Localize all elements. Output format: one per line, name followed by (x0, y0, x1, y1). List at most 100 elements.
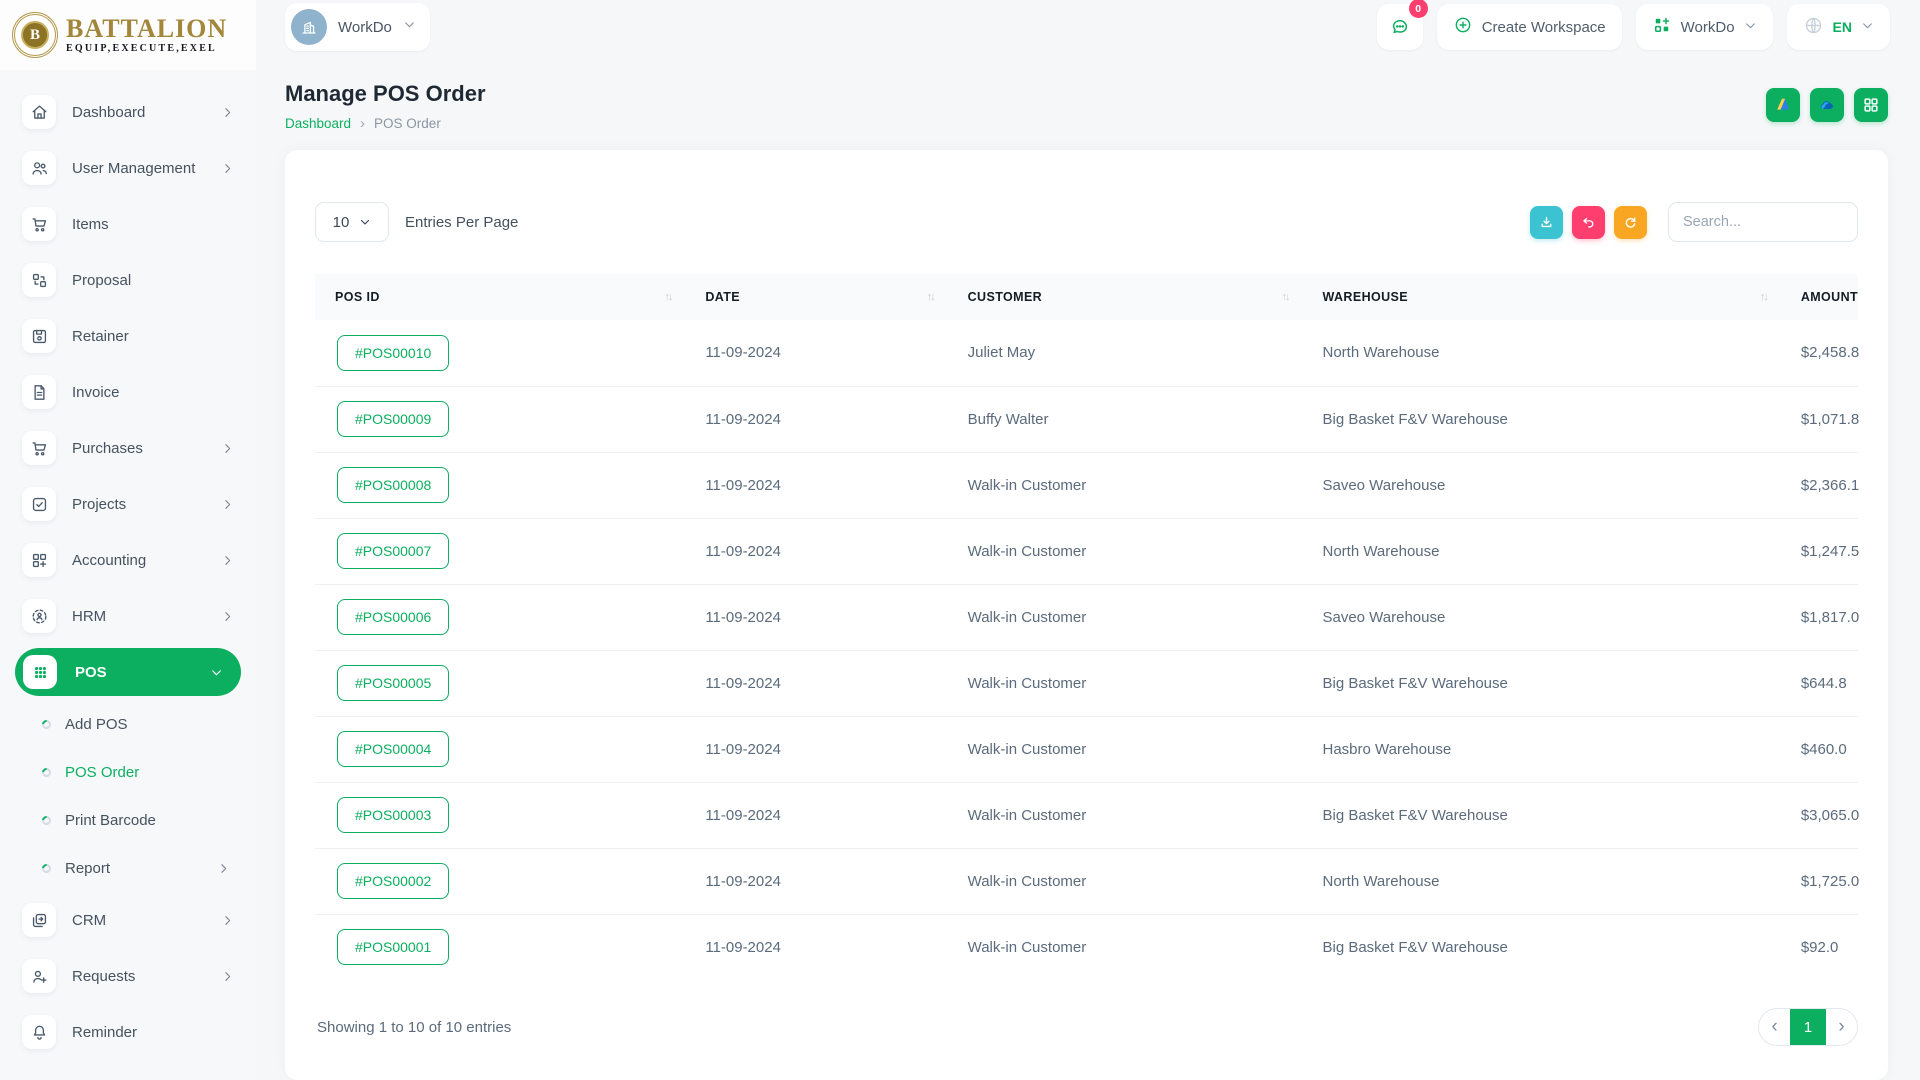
table-row: #POS00008 11-09-2024 Walk-in Customer Sa… (315, 452, 1858, 518)
pos-id-link[interactable]: #POS00001 (337, 929, 449, 965)
google-drive-button[interactable] (1766, 88, 1800, 122)
cell-customer: Walk-in Customer (948, 716, 1303, 782)
chevron-down-icon (1861, 19, 1874, 36)
entries-value: 10 (333, 214, 350, 231)
search-input[interactable] (1668, 202, 1858, 242)
column-header-date[interactable]: DATE↑↓ (685, 274, 947, 320)
workspace-avatar (291, 9, 327, 45)
sidebar-item-pos[interactable]: POS (15, 648, 241, 696)
cell-amount: $3,065.0 (1781, 782, 1858, 848)
chevron-right-icon (221, 914, 234, 927)
sort-icon[interactable]: ↑↓ (927, 291, 934, 303)
cell-warehouse: Big Basket F&V Warehouse (1302, 782, 1780, 848)
sidebar-item-proposal[interactable]: Proposal (0, 252, 256, 308)
pos-id-link[interactable]: #POS00006 (337, 599, 449, 635)
pos-id-link[interactable]: #POS00007 (337, 533, 449, 569)
table-row: #POS00002 11-09-2024 Walk-in Customer No… (315, 848, 1858, 914)
cell-warehouse: North Warehouse (1302, 320, 1780, 386)
cell-date: 11-09-2024 (685, 584, 947, 650)
cart-icon (22, 207, 56, 241)
table-row: #POS00010 11-09-2024 Juliet May North Wa… (315, 320, 1858, 386)
pos-id-link[interactable]: #POS00008 (337, 467, 449, 503)
table-toolbar: 10 Entries Per Page (315, 202, 1858, 242)
current-page-button[interactable]: 1 (1790, 1009, 1826, 1045)
cell-date: 11-09-2024 (685, 782, 947, 848)
sidebar-subitem-print-barcode[interactable]: Print Barcode (0, 796, 256, 844)
column-header-customer[interactable]: CUSTOMER↑↓ (948, 274, 1303, 320)
sidebar-item-purchases[interactable]: Purchases (0, 420, 256, 476)
sort-icon[interactable]: ↑↓ (1281, 291, 1288, 303)
table-row: #POS00006 11-09-2024 Walk-in Customer Sa… (315, 584, 1858, 650)
chevron-down-icon (403, 18, 416, 36)
export-download-button[interactable] (1530, 206, 1563, 239)
table-row: #POS00004 11-09-2024 Walk-in Customer Ha… (315, 716, 1858, 782)
subitem-label: Print Barcode (65, 812, 156, 829)
cell-customer: Juliet May (948, 320, 1303, 386)
pos-id-link[interactable]: #POS00002 (337, 863, 449, 899)
refresh-button[interactable] (1614, 206, 1647, 239)
home-icon (22, 95, 56, 129)
sidebar-item-reminder[interactable]: Reminder (0, 1004, 256, 1060)
brand-logo[interactable]: B BATTALION EQUIP,EXECUTE,EXEL (0, 0, 256, 70)
sidebar-subitem-report[interactable]: Report (0, 844, 256, 892)
chevron-separator-icon: › (360, 117, 365, 130)
bell-icon (22, 1015, 56, 1049)
title-block: Manage POS Order Dashboard › POS Order (285, 80, 486, 131)
sidebar-item-items[interactable]: Items (0, 196, 256, 252)
grid-plus-icon (1652, 15, 1672, 39)
pos-id-link[interactable]: #POS00003 (337, 797, 449, 833)
table-footer: Showing 1 to 10 of 10 entries ‹ 1 › (315, 1008, 1858, 1046)
language-selector[interactable]: EN (1787, 4, 1890, 50)
cell-amount: $1,071.8 (1781, 386, 1858, 452)
sidebar-item-hrm[interactable]: HRM (0, 588, 256, 644)
pos-id-link[interactable]: #POS00004 (337, 731, 449, 767)
grid-plus-icon (22, 543, 56, 577)
entries-per-page-select[interactable]: 10 (315, 202, 389, 242)
previous-page-button[interactable]: ‹ (1759, 1009, 1790, 1045)
workspace-switcher[interactable]: WorkDo (285, 3, 430, 51)
sidebar-item-dashboard[interactable]: Dashboard (0, 84, 256, 140)
pos-id-link[interactable]: #POS00005 (337, 665, 449, 701)
sidebar-item-accounting[interactable]: Accounting (0, 532, 256, 588)
sidebar-item-requests[interactable]: Requests (0, 948, 256, 1004)
column-header-pos-id[interactable]: POS ID↑↓ (315, 274, 685, 320)
workdo-menu-button[interactable]: WorkDo (1636, 4, 1773, 50)
subitem-label: POS Order (65, 764, 139, 781)
sidebar-subitem-pos-order[interactable]: POS Order (0, 748, 256, 796)
table-row: #POS00009 11-09-2024 Buffy Walter Big Ba… (315, 386, 1858, 452)
topbar: WorkDo 0 Create Workspace WorkDo (256, 0, 1920, 54)
undo-button[interactable] (1572, 206, 1605, 239)
cell-amount: $644.8 (1781, 650, 1858, 716)
apps-grid-button[interactable] (1854, 88, 1888, 122)
sidebar-item-user-management[interactable]: User Management (0, 140, 256, 196)
crm-icon (22, 903, 56, 937)
cell-warehouse: Hasbro Warehouse (1302, 716, 1780, 782)
table-row: #POS00003 11-09-2024 Walk-in Customer Bi… (315, 782, 1858, 848)
pos-id-link[interactable]: #POS00010 (337, 335, 449, 371)
sidebar-item-projects[interactable]: Projects (0, 476, 256, 532)
cell-amount: $1,817.0 (1781, 584, 1858, 650)
cell-customer: Walk-in Customer (948, 782, 1303, 848)
main-column: WorkDo 0 Create Workspace WorkDo (256, 0, 1920, 1080)
sidebar-item-invoice[interactable]: Invoice (0, 364, 256, 420)
cell-customer: Buffy Walter (948, 386, 1303, 452)
sort-icon[interactable]: ↑↓ (664, 291, 671, 303)
user-plus-icon (22, 959, 56, 993)
column-header-warehouse[interactable]: WAREHOUSE↑↓ (1302, 274, 1780, 320)
bullet-icon (40, 862, 53, 875)
column-header-amount[interactable]: AMOUNT (1781, 274, 1858, 320)
breadcrumb-dashboard-link[interactable]: Dashboard (285, 116, 351, 131)
sort-icon[interactable]: ↑↓ (1760, 291, 1767, 303)
sidebar-subitem-add-pos[interactable]: Add POS (0, 700, 256, 748)
topbar-actions: 0 Create Workspace WorkDo EN (1377, 4, 1890, 50)
sidebar-item-retainer[interactable]: Retainer (0, 308, 256, 364)
messages-button[interactable]: 0 (1377, 4, 1423, 50)
onedrive-button[interactable] (1810, 88, 1844, 122)
pos-id-link[interactable]: #POS00009 (337, 401, 449, 437)
breadcrumb-current: POS Order (374, 116, 441, 131)
create-workspace-button[interactable]: Create Workspace (1437, 4, 1622, 50)
cell-warehouse: North Warehouse (1302, 848, 1780, 914)
sidebar-item-crm[interactable]: CRM (0, 892, 256, 948)
pagination: ‹ 1 › (1758, 1008, 1858, 1046)
next-page-button[interactable]: › (1826, 1009, 1857, 1045)
